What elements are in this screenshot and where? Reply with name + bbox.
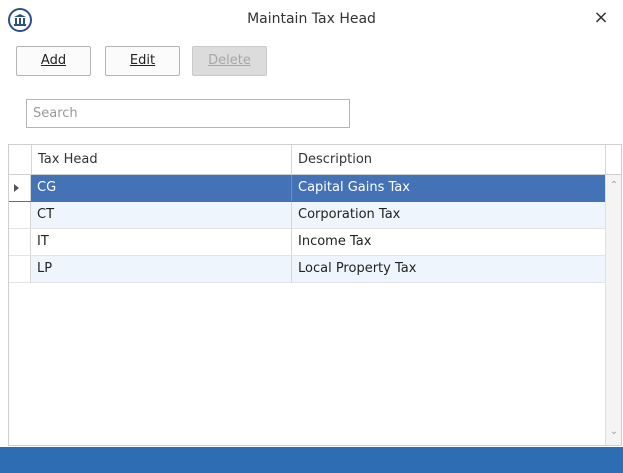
- grid-header: Tax Head Description: [9, 145, 621, 175]
- tax-head-grid: Tax Head Description CG Capital Gains Ta…: [8, 144, 622, 446]
- description-cell: Income Tax: [291, 229, 605, 255]
- description-cell: Corporation Tax: [291, 202, 605, 228]
- description-cell: Capital Gains Tax: [291, 175, 605, 201]
- column-header-spacer: [605, 145, 621, 174]
- scroll-up-icon[interactable]: ⌃: [606, 179, 622, 193]
- delete-button-label: Delete: [208, 53, 251, 68]
- table-row[interactable]: LP Local Property Tax: [9, 256, 605, 283]
- delete-button[interactable]: Delete: [192, 46, 267, 76]
- search-input[interactable]: [26, 99, 350, 128]
- close-icon[interactable]: ×: [593, 9, 609, 27]
- row-indicator: [9, 175, 31, 201]
- window-title: Maintain Tax Head: [247, 11, 376, 27]
- row-indicator: [9, 229, 31, 255]
- table-row[interactable]: CT Corporation Tax: [9, 202, 605, 229]
- row-indicator: [9, 202, 31, 228]
- title-bar: Maintain Tax Head ×: [0, 0, 623, 38]
- tax-head-cell: CG: [37, 180, 57, 195]
- vertical-scrollbar[interactable]: ⌃ ⌄: [605, 175, 621, 445]
- edit-button-label: Edit: [129, 53, 156, 68]
- tax-head-cell: LP: [37, 261, 53, 276]
- column-header-description[interactable]: Description: [291, 145, 605, 174]
- column-header-tax-head[interactable]: Tax Head: [31, 145, 291, 174]
- status-bar: [0, 447, 623, 473]
- grid-rows: CG Capital Gains Tax CT Corporation Tax …: [9, 175, 605, 283]
- scroll-down-icon[interactable]: ⌄: [606, 425, 622, 439]
- edit-button[interactable]: Edit: [105, 46, 180, 76]
- tax-head-cell: CT: [37, 207, 55, 222]
- description-cell: Local Property Tax: [291, 256, 605, 282]
- table-row[interactable]: CG Capital Gains Tax: [9, 175, 605, 202]
- tax-head-cell: IT: [37, 234, 49, 249]
- row-indicator: [9, 256, 31, 282]
- maintain-tax-head-window: Maintain Tax Head × Add Edit Delete Tax …: [0, 0, 623, 473]
- add-button[interactable]: Add: [16, 46, 91, 76]
- add-button-label: Add: [40, 53, 67, 68]
- table-row[interactable]: IT Income Tax: [9, 229, 605, 256]
- current-row-arrow-icon: [14, 184, 19, 192]
